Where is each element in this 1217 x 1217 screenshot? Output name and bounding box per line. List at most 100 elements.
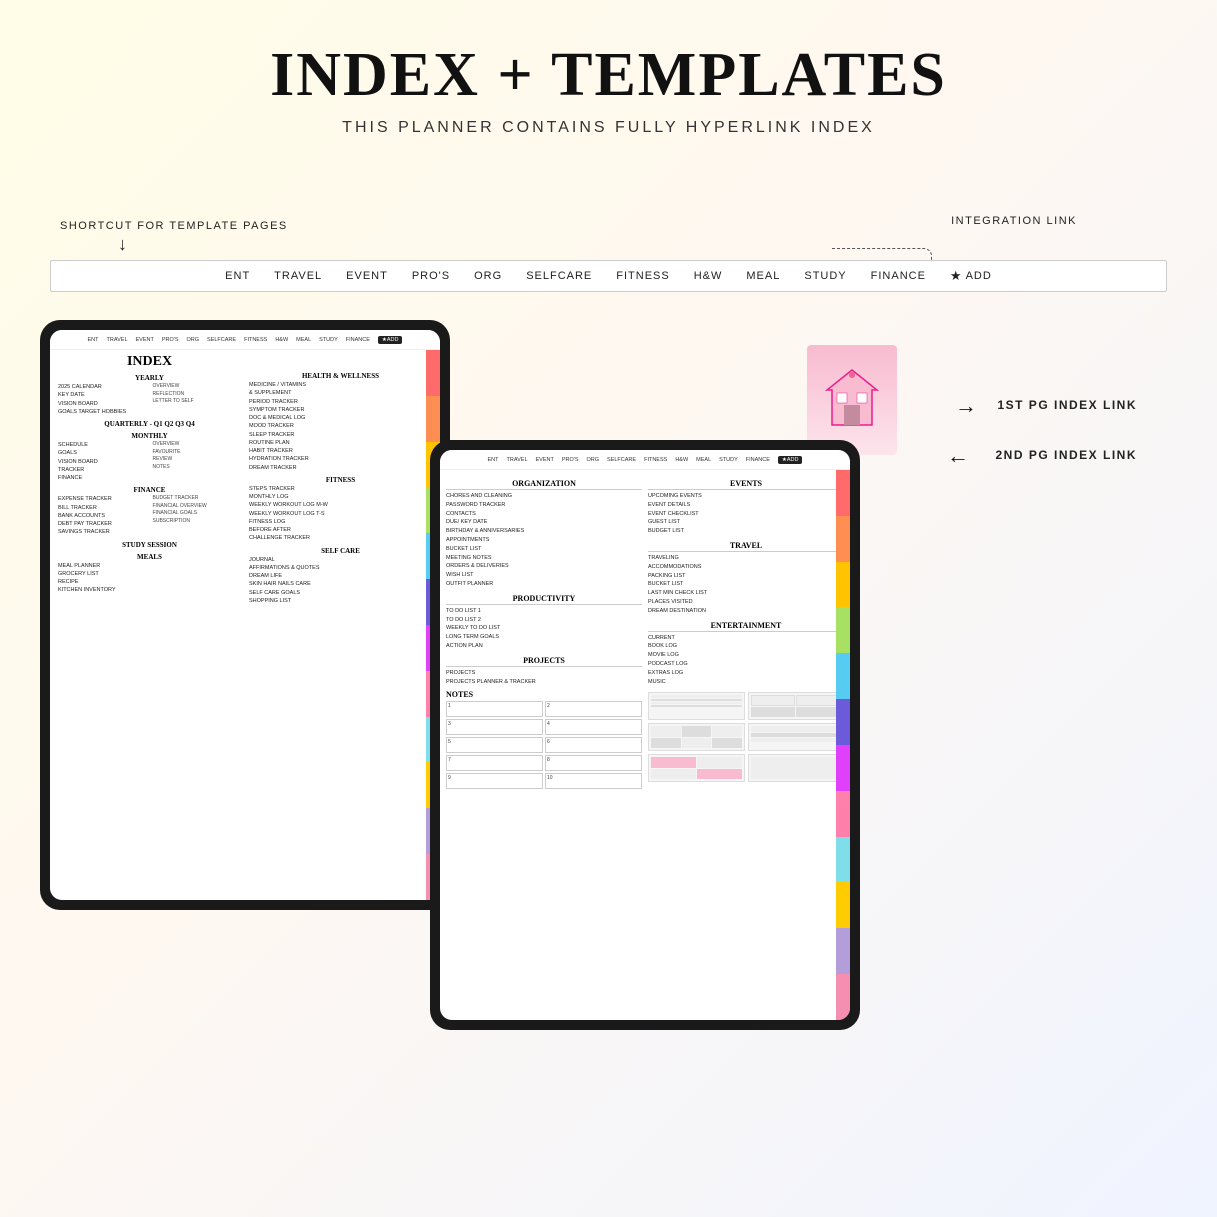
tmpl-thumb-2 [748,692,845,720]
fit-challenge: CHALLENGE TRACKER [249,534,432,542]
yearly-items: 2025 CALENDAR KEY DATE VISION BOARD GOAL… [58,383,147,416]
org-birthday: BIRTHDAY & ANNIVERSARIES [446,527,642,536]
rtnav-meal[interactable]: MEAL [696,457,711,463]
rtnav-hw[interactable]: H&W [675,457,688,463]
integration-label: INTEGRATION LINK [951,215,1077,227]
selfcare-title: SELF CARE [249,547,432,555]
rtnav-study[interactable]: STUDY [719,457,738,463]
tnav-fitness[interactable]: FITNESS [244,337,267,343]
rtab-purple[interactable] [836,699,850,745]
nav-event[interactable]: EVENT [346,270,388,282]
rtab-blue[interactable] [836,653,850,699]
yearly-item-keydate: KEY DATE [58,391,147,399]
note-8: 8 [545,755,642,771]
prod-longterm: LONG TERM GOALS [446,633,642,642]
note-9: 9 [446,773,543,789]
right-tablet-nav: ENT TRAVEL EVENT PRO'S ORG SELFCARE FITN… [440,450,850,470]
rtab-pink[interactable] [836,791,850,837]
org-password: PASSWORD TRACKER [446,501,642,510]
sc-dreamlife: DREAM LIFE [249,572,432,580]
meals-kitchen: KITCHEN INVENTORY [58,586,241,594]
nav-ent[interactable]: ENT [225,270,250,282]
tnav-hw[interactable]: H&W [275,337,288,343]
tab-orange[interactable] [426,396,440,442]
rainbow-tabs-right [836,470,850,1020]
rtab-red[interactable] [836,470,850,516]
notes-grid: 1 2 3 4 5 6 7 8 9 10 [446,701,642,789]
left-tablet: ENT TRAVEL EVENT PRO'S ORG SELFCARE FITN… [40,320,450,910]
rtnav-ent[interactable]: ENT [488,457,499,463]
meals-title: MEALS [58,553,241,561]
rtab-lavender[interactable] [836,928,850,974]
index-left-col: INDEX YEARLY 2025 CALENDAR KEY DATE VISI… [58,354,241,896]
rtnav-travel[interactable]: TRAVEL [507,457,528,463]
rtnav-org[interactable]: ORG [587,457,600,463]
rtnav-pros[interactable]: PRO'S [562,457,579,463]
nav-add[interactable]: ★ADD [950,268,992,284]
prod-section-title: PRODUCTIVITY [446,594,642,605]
left-tablet-screen: ENT TRAVEL EVENT PRO'S ORG SELFCARE FITN… [50,330,440,900]
tnav-pros[interactable]: PRO'S [162,337,179,343]
tnav-event[interactable]: EVENT [136,337,154,343]
org-bucket: BUCKET LIST [446,545,642,554]
left-tablet-nav: ENT TRAVEL EVENT PRO'S ORG SELFCARE FITN… [50,330,440,350]
note-5: 5 [446,737,543,753]
rtab-violet[interactable] [836,745,850,791]
rt-right-col: EVENTS UPCOMING EVENTS EVENT DETAILS EVE… [648,474,844,1016]
monthly-goals: GOALS [58,449,147,457]
org-due: DUE/ KEY DATE [446,518,642,527]
rtab-cyan[interactable] [836,837,850,883]
rtnav-event[interactable]: EVENT [536,457,554,463]
nav-meal[interactable]: MEAL [746,270,780,282]
hw-medicine: MEDICINE / VITAMINS& SUPPLEMENT [249,381,432,398]
tmpl-thumb-5 [648,754,745,782]
nav-study[interactable]: STUDY [804,270,846,282]
note-7: 7 [446,755,543,771]
hw-title: HEALTH & WELLNESS [249,372,432,380]
rtab-yellow[interactable] [836,562,850,608]
tnav-meal[interactable]: MEAL [296,337,311,343]
rtab-gold[interactable] [836,882,850,928]
tnav-add[interactable]: ★ADD [378,336,403,344]
monthly-sub-items: OVERVIEW FAVOURITE REVIEW NOTES [153,441,242,482]
nav-finance[interactable]: FINANCE [871,270,926,282]
rtab-green[interactable] [836,607,850,653]
tnav-selfcare[interactable]: SELFCARE [207,337,236,343]
ev-budget: BUDGET LIST [648,527,844,536]
tnav-travel[interactable]: TRAVEL [107,337,128,343]
nav-selfcare[interactable]: SELFCARE [526,270,592,282]
nav-fitness[interactable]: FITNESS [616,270,669,282]
fit-weekly-ts: WEEKLY WORKOUT LOG T-S [249,510,432,518]
tnav-study[interactable]: STUDY [319,337,338,343]
yearly-sub-overview: OVERVIEW [153,383,242,391]
ent-current: CURRENT [648,634,844,643]
fit-log: FITNESS LOG [249,518,432,526]
tnav-org[interactable]: ORG [187,337,200,343]
hw-hydration: HYDRATION TRACKER [249,455,432,463]
finance-debt: DEBT PAY TRACKER [58,520,147,528]
tab-red[interactable] [426,350,440,396]
note-3: 3 [446,719,543,735]
tnav-finance[interactable]: FINANCE [346,337,370,343]
prod-action: ACTION PLAN [446,642,642,651]
rtnav-fitness[interactable]: FITNESS [644,457,667,463]
rtab-rose[interactable] [836,974,850,1020]
fit-before-after: BEFORE AFTER [249,526,432,534]
nav-travel[interactable]: TRAVEL [274,270,322,282]
index-link-2-label: 2ND PG INDEX LINK [995,448,1137,462]
monthly-title: MONTHLY [58,432,241,440]
nav-hw[interactable]: H&W [694,270,723,282]
rtnav-finance[interactable]: FINANCE [746,457,770,463]
fit-monthly: MONTHLY LOG [249,493,432,501]
ev-details: EVENT DETAILS [648,501,844,510]
note-6: 6 [545,737,642,753]
rtab-orange[interactable] [836,516,850,562]
yearly-sub-reflection: REFLECTION [153,391,242,399]
yearly-title: YEARLY [58,374,241,382]
nav-org[interactable]: ORG [474,270,502,282]
rtnav-selfcare[interactable]: SELFCARE [607,457,636,463]
nav-pros[interactable]: PRO'S [412,270,450,282]
tr-packing: PACKING LIST [648,572,844,581]
rtnav-add[interactable]: ★ADD [778,456,803,464]
tnav-ent[interactable]: ENT [88,337,99,343]
